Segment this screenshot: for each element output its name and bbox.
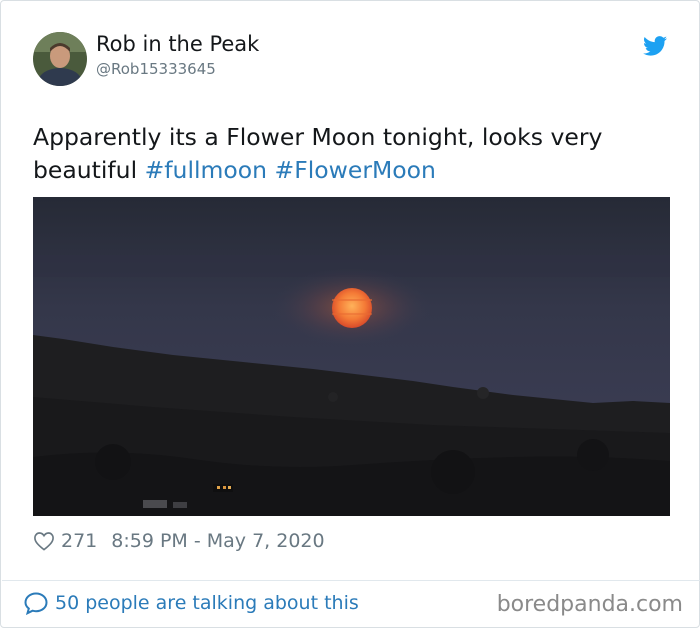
conversation-link[interactable]: 50 people are talking about this [23, 591, 359, 615]
tweet-timestamp[interactable]: 8:59 PM - May 7, 2020 [111, 530, 324, 552]
hashtag-fullmoon[interactable]: #fullmoon [145, 156, 267, 184]
author-name[interactable]: Rob in the Peak [96, 32, 259, 56]
source-watermark: boredpanda.com [496, 592, 683, 617]
divider [2, 580, 700, 581]
twitter-bird-icon[interactable] [643, 36, 667, 56]
speech-bubble-icon [24, 592, 48, 615]
author-handle[interactable]: @Rob15333645 [96, 60, 216, 78]
tweet-text: Apparently its a Flower Moon tonight, lo… [33, 121, 673, 187]
tweet-meta: 271 8:59 PM - May 7, 2020 [33, 527, 325, 555]
conversation-label[interactable]: 50 people are talking about this [55, 592, 359, 614]
hashtag-flowermoon[interactable]: #FlowerMoon [275, 156, 436, 184]
like-count[interactable]: 271 [61, 530, 97, 552]
tweet-card: Rob in the Peak @Rob15333645 Apparently … [0, 0, 700, 628]
heart-icon[interactable] [33, 531, 55, 551]
author-avatar[interactable] [33, 32, 87, 86]
tweet-photo[interactable] [33, 197, 670, 516]
